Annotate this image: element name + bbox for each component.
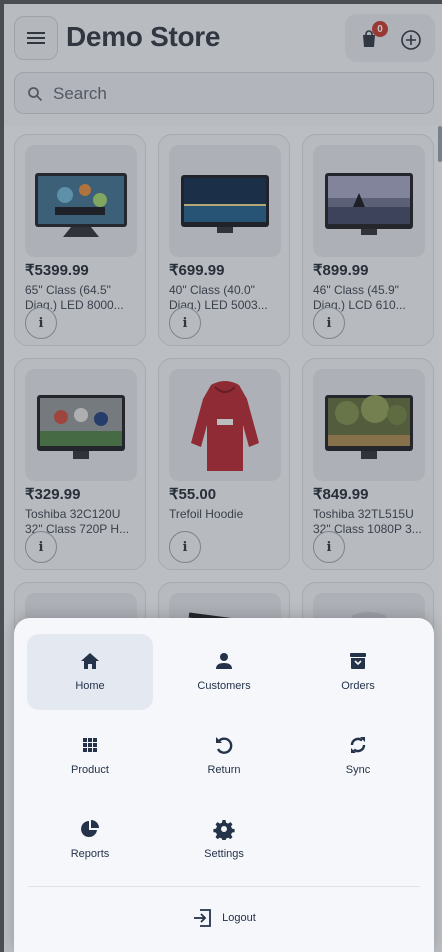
menu-item-label: Settings <box>204 848 244 860</box>
menu-item-label: Orders <box>341 680 375 692</box>
gear-icon <box>213 820 235 840</box>
menu-item-label: Customers <box>197 680 251 692</box>
menu-item-settings[interactable]: Settings <box>161 802 287 878</box>
grid-icon <box>83 738 97 752</box>
menu-item-orders[interactable]: Orders <box>295 634 421 710</box>
menu-item-sync[interactable]: Sync <box>295 718 421 794</box>
logout-button[interactable]: Logout <box>14 900 434 936</box>
app-root: Demo Store 0 ₹5399.99 65" Class (64.5" D… <box>4 4 442 952</box>
archive-icon <box>350 653 366 669</box>
person-icon <box>216 653 232 669</box>
menu-item-home[interactable]: Home <box>27 634 153 710</box>
pie-chart-icon <box>81 820 99 837</box>
menu-item-customers[interactable]: Customers <box>161 634 287 710</box>
menu-item-label: Home <box>75 680 105 692</box>
menu-divider <box>28 886 420 887</box>
menu-item-product[interactable]: Product <box>27 718 153 794</box>
scrollbar-thumb[interactable] <box>438 126 442 162</box>
navigation-menu-sheet: Home Customers Orders Product Return Syn… <box>14 618 434 952</box>
menu-item-label: Reports <box>70 848 110 860</box>
sync-icon <box>350 737 366 753</box>
menu-item-return[interactable]: Return <box>161 718 287 794</box>
menu-item-label: Return <box>207 764 241 776</box>
menu-item-label: Product <box>71 764 109 776</box>
undo-icon <box>216 737 233 754</box>
home-icon <box>81 653 99 669</box>
logout-icon <box>194 909 212 927</box>
menu-item-reports[interactable]: Reports <box>27 802 153 878</box>
logout-label: Logout <box>222 912 256 924</box>
menu-item-label: Sync <box>345 764 371 776</box>
